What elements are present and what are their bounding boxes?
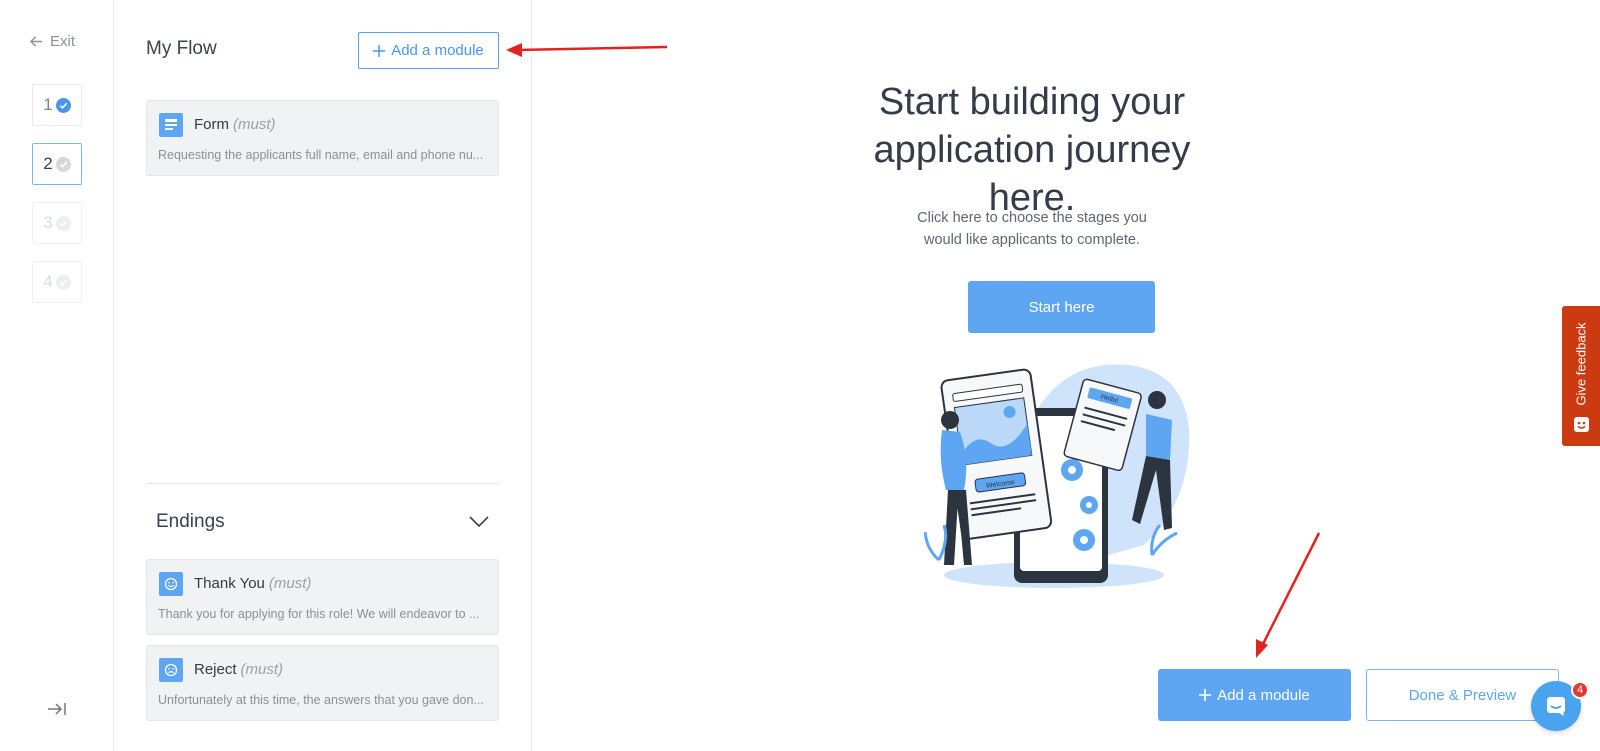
exit-label: Exit [50,33,76,50]
flow-panel: My Flow Add a module Form (must) Requesti… [114,0,532,751]
illustration: Welcome Hello! [924,364,1190,588]
step-number: 4 [43,272,53,291]
sad-icon [159,658,183,682]
divider [146,483,499,484]
ending-description: Thank you for applying for this role! We… [158,607,480,621]
chevron-down-icon[interactable] [469,516,489,528]
step-number: 3 [43,213,53,232]
check-circle-icon [55,156,71,172]
check-circle-icon [55,97,71,113]
chat-icon [1547,697,1565,716]
smile-icon [159,572,183,596]
start-here-button[interactable]: Start here [968,281,1155,333]
feedback-smile-icon [1574,417,1589,432]
check-circle-icon [55,215,71,231]
collapse-sidebar-icon[interactable] [47,701,67,717]
add-module-label: Add a module [391,42,484,59]
ending-name: Thank You (must) [194,575,312,592]
plus-icon [1199,689,1212,701]
module-name: Form (must) [194,116,276,133]
step-number: 2 [43,154,53,173]
step-number: 1 [43,95,53,114]
red-arrow-bottom [1260,532,1321,647]
red-arrow-top [515,45,668,52]
add-module-button-bottom[interactable]: Add a module [1158,669,1351,721]
ending-card-reject[interactable]: Reject (must) Unfortunately at this time,… [146,645,499,721]
module-card-form[interactable]: Form (must) Requesting the applicants ful… [146,100,499,176]
check-circle-icon [55,274,71,290]
step-rail: Exit 1 2 3 4 [0,0,114,751]
module-description: Requesting the applicants full name, ema… [158,148,484,162]
form-icon [159,113,183,137]
step-3: 3 [32,202,82,244]
ending-description: Unfortunately at this time, the answers … [158,693,484,707]
flow-title: My Flow [146,38,217,59]
done-preview-button[interactable]: Done & Preview [1366,669,1559,721]
main-headline: Start building your application journey … [873,81,1191,219]
plus-icon [373,44,386,57]
step-1[interactable]: 1 [32,84,82,126]
add-module-label: Add a module [1217,686,1310,704]
chat-badge: 4 [1571,681,1589,699]
feedback-label: Give feedback [1573,322,1589,406]
red-arrow-bottom-head [1256,639,1268,658]
step-4: 4 [32,261,82,303]
add-module-button-top[interactable]: Add a module [358,32,499,69]
endings-title: Endings [156,511,225,532]
step-2[interactable]: 2 [32,143,82,185]
give-feedback-tab[interactable]: Give feedback [1562,306,1600,446]
exit-link[interactable]: Exit [30,33,75,50]
arrow-left-icon [30,36,43,47]
main-subtext: Click here to choose the stages you woul… [917,210,1147,248]
ending-card-thank-you[interactable]: Thank You (must) Thank you for applying f… [146,559,499,635]
ending-name: Reject (must) [194,661,284,678]
